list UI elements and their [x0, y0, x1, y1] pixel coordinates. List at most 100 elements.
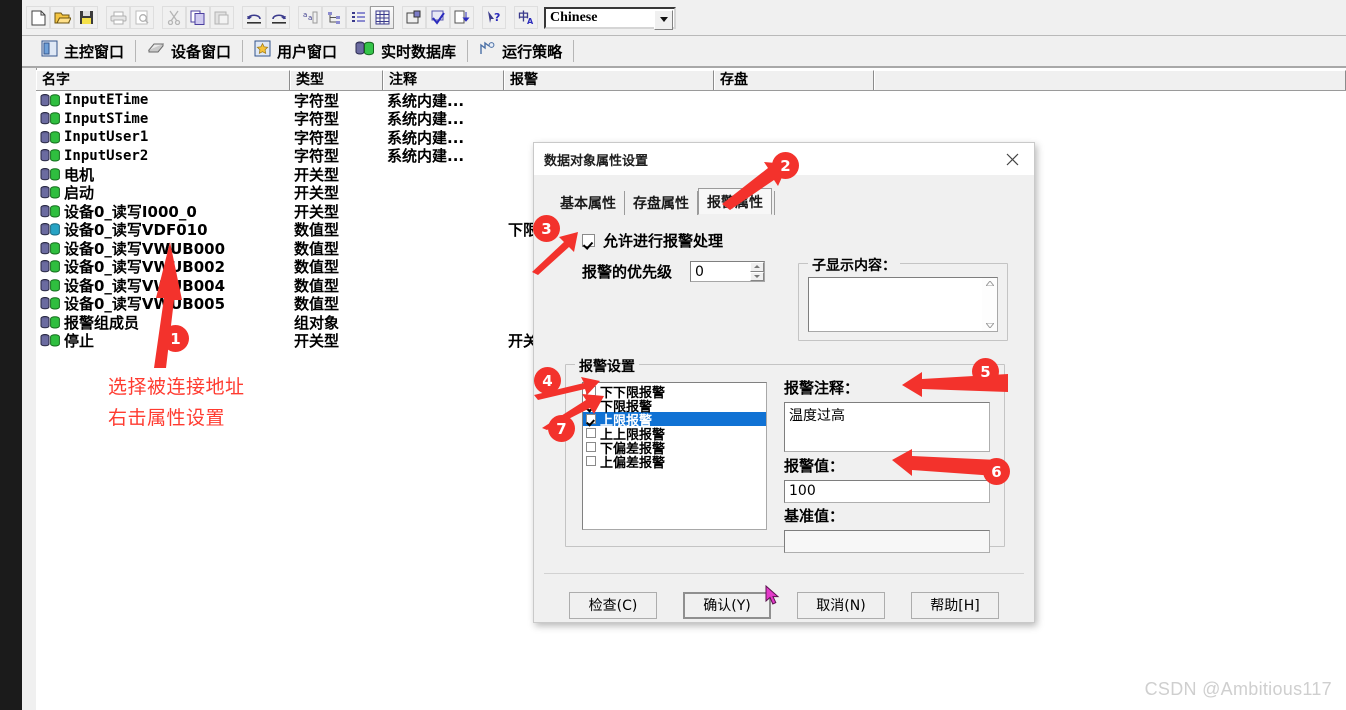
sub-display-textarea[interactable]	[808, 277, 998, 332]
cell-note: 系统内建...	[383, 145, 504, 166]
alarm-type-item[interactable]: 上偏差报警	[583, 454, 766, 471]
cell-type-text: 开关型	[294, 184, 340, 203]
cell-name-text: InputSTime	[64, 110, 149, 127]
sub-display-scrollbar[interactable]	[982, 278, 997, 331]
alarm-priority-label: 报警的优先级	[582, 263, 673, 281]
cell-note-text: 系统内建...	[387, 147, 465, 166]
tab-storage-properties[interactable]: 存盘属性	[625, 191, 698, 215]
base-value-input[interactable]	[784, 530, 990, 553]
base-value-label: 基准值：	[784, 507, 845, 525]
column-header-save[interactable]: 存盘	[714, 70, 874, 90]
cell-name: InputETime	[36, 92, 290, 108]
data-object-icon	[40, 148, 62, 163]
annotation-note-line1: 选择被连接地址	[108, 376, 245, 398]
dialog-body: 基本属性 存盘属性 报警属性 允许进行报警处理 报警的优先级 0 子显示内容： …	[534, 175, 1034, 622]
column-header-name[interactable]: 名字	[36, 70, 290, 90]
sort-icon[interactable]: aa	[298, 6, 322, 29]
svg-text:A: A	[527, 17, 534, 25]
table-row[interactable]: InputSTime 字符型 系统内建...	[36, 110, 1346, 129]
list-icon[interactable]	[346, 6, 370, 29]
download-icon[interactable]	[450, 6, 474, 29]
cell-type-text: 字符型	[294, 110, 340, 129]
menu-item-user-window[interactable]: 用户窗口	[245, 38, 346, 64]
column-header-note[interactable]: 注释	[383, 70, 504, 90]
data-object-icon	[40, 278, 62, 293]
alarm-settings-group: 报警设置 下下限报警 下限报警 上限报警 上上限报警 下偏差报警 上偏差报警 报警注释： …	[565, 356, 1005, 553]
alarm-type-checkbox[interactable]	[586, 400, 596, 410]
tree-icon[interactable]	[322, 6, 346, 29]
data-object-icon	[40, 222, 62, 237]
grid-icon[interactable]	[370, 6, 394, 29]
language-combo[interactable]: Chinese	[544, 6, 676, 30]
help-pointer-icon[interactable]: ?	[482, 6, 506, 29]
column-header-alarm[interactable]: 报警	[504, 70, 714, 90]
cell-type-text: 组对象	[294, 313, 340, 332]
alarm-type-list[interactable]: 下下限报警 下限报警 上限报警 上上限报警 下偏差报警 上偏差报警	[582, 382, 767, 530]
stepper-buttons[interactable]	[746, 262, 765, 281]
alarm-type-checkbox[interactable]	[586, 456, 596, 466]
menu-item-device-window[interactable]: 设备窗口	[138, 38, 240, 64]
dialog-separator	[544, 573, 1024, 574]
annotation-badge-4: 4	[534, 367, 561, 394]
cell-type-text: 字符型	[294, 128, 340, 147]
menu-item-main-window[interactable]: 主控窗口	[32, 38, 133, 64]
language-icon[interactable]: 中A	[514, 6, 538, 29]
cell-type-text: 开关型	[294, 202, 340, 221]
realtime-db-icon	[355, 40, 375, 62]
new-icon[interactable]	[26, 6, 50, 29]
main-window-icon	[41, 40, 58, 62]
enable-alarm-checkbox[interactable]	[582, 234, 595, 247]
enable-alarm-row[interactable]: 允许进行报警处理	[582, 230, 723, 251]
stepper-up-icon[interactable]	[750, 262, 765, 272]
properties-icon[interactable]	[402, 6, 426, 29]
open-icon[interactable]	[50, 6, 74, 29]
menu-divider	[573, 40, 575, 62]
stepper-down-icon[interactable]	[750, 271, 765, 281]
cut-icon[interactable]	[162, 6, 186, 29]
svg-text:a: a	[303, 11, 307, 19]
enable-alarm-label: 允许进行报警处理	[603, 232, 724, 250]
paste-icon[interactable]	[210, 6, 234, 29]
column-header-filler	[874, 70, 1346, 90]
print-icon[interactable]	[106, 6, 130, 29]
table-row[interactable]: InputETime 字符型 系统内建...	[36, 91, 1346, 110]
redo-icon[interactable]	[266, 6, 290, 29]
menu-item-run-strategy[interactable]: 运行策略	[470, 38, 571, 64]
tab-basic-properties[interactable]: 基本属性	[552, 191, 625, 215]
save-icon[interactable]	[74, 6, 98, 29]
alarm-value-input[interactable]: 100	[784, 480, 990, 503]
menu-item-realtime-db[interactable]: 实时数据库	[346, 38, 465, 64]
window-left-edge	[0, 0, 22, 710]
alarm-type-checkbox[interactable]	[586, 386, 596, 396]
close-icon[interactable]	[990, 143, 1034, 175]
run-strategy-icon	[479, 41, 496, 61]
tab-alarm-properties[interactable]: 报警属性	[698, 188, 772, 215]
check-icon[interactable]	[426, 6, 450, 29]
annotation-badge-2: 2	[772, 152, 799, 179]
alarm-comment-input[interactable]: 温度过高	[784, 402, 990, 452]
confirm-button[interactable]: 确认(Y)	[683, 591, 771, 619]
watermark: CSDN @Ambitious117	[1144, 679, 1332, 699]
alarm-type-checkbox[interactable]	[586, 414, 596, 424]
copy-icon[interactable]	[186, 6, 210, 29]
cell-name-text: 停止	[64, 332, 95, 351]
annotation-badge-1: 1	[162, 325, 189, 352]
chevron-down-icon[interactable]	[654, 9, 673, 30]
annotation-note-line2: 右击属性设置	[108, 407, 226, 429]
column-header-type[interactable]: 类型	[290, 70, 383, 90]
annotation-badge-5: 5	[972, 358, 999, 385]
menu-item-label: 用户窗口	[277, 42, 338, 61]
print-preview-icon[interactable]	[130, 6, 154, 29]
alarm-priority-stepper[interactable]: 0	[690, 261, 766, 282]
tab-trailing-divider	[772, 191, 775, 215]
cancel-button[interactable]: 取消(N)	[797, 591, 885, 619]
check-button[interactable]: 检查(C)	[569, 591, 657, 619]
application-window: aa ? 中A Chinese 主控窗口 设备窗口 用户窗口 实时数据库 运行策…	[0, 0, 1346, 710]
alarm-type-checkbox[interactable]	[586, 428, 596, 438]
undo-icon[interactable]	[242, 6, 266, 29]
alarm-type-checkbox[interactable]	[586, 442, 596, 452]
data-object-icon	[40, 241, 62, 256]
help-button[interactable]: 帮助[H]	[911, 591, 999, 619]
mouse-cursor	[765, 585, 780, 605]
alarm-priority-value: 0	[695, 263, 704, 280]
